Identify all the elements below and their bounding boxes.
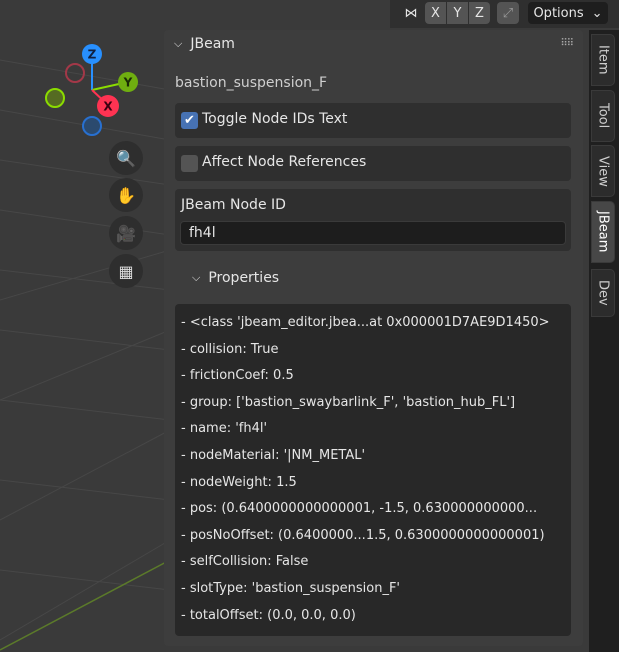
property-line: - name: 'fh4l' [181,421,268,437]
zoom-button[interactable]: 🔍 [109,141,143,175]
node-id-input[interactable]: fh4l [180,221,566,245]
drag-handle-icon[interactable]: ⠿⠿ [560,38,574,49]
property-line: - posNoOffset: (0.6400000...1.5, 0.63000… [181,527,545,543]
property-line: - group: ['bastion_swaybarlink_F', 'bast… [181,394,516,410]
node-id-box: JBeam Node ID fh4l [175,189,571,251]
property-line: - totalOffset: (0.0, 0.0, 0.0) [181,607,356,623]
chevron-down-icon: ⌄ [591,5,603,21]
property-line: - nodeWeight: 1.5 [181,474,297,490]
panel-title: JBeam [190,36,235,52]
node-id-label: JBeam Node ID [181,197,286,213]
options-label: Options [533,5,584,21]
hand-icon: ✋ [116,185,136,205]
tab-tool[interactable]: Tool [591,90,615,142]
property-line: - pos: (0.6400000000000001, -1.5, 0.6300… [181,501,538,517]
gizmo-x-label: X [103,100,113,114]
axis-y-toggle[interactable]: Y [447,2,468,24]
gizmo-z-label: Z [88,48,97,62]
property-line: - collision: True [181,341,279,357]
checkmark-icon: ✔ [184,113,195,128]
camera-icon: 🎥 [116,223,136,243]
properties-label: Properties [208,270,280,286]
sidebar-tabs: Item Tool View JBeam Dev [589,30,619,652]
affect-node-refs-label: Affect Node References [202,154,367,170]
property-line: - <class 'jbeam_editor.jbea...at 0x00000… [181,315,550,330]
affect-node-refs-row[interactable]: Affect Node References [175,146,571,181]
chevron-down-icon: ⌵ [174,37,183,50]
properties-subpanel-header[interactable]: ⌵ Properties [164,263,583,293]
chevron-down-icon: ⌵ [192,271,201,284]
options-dropdown[interactable]: Options ⌄ [528,2,608,24]
part-name: bastion_suspension_F [175,75,328,91]
affect-node-refs-checkbox[interactable] [181,155,198,172]
panel-header[interactable]: ⌵ JBeam [174,36,235,52]
ortho-toggle-button[interactable]: ▦ [109,254,143,288]
toggle-node-ids-label: Toggle Node IDs Text [202,111,348,127]
properties-list: - <class 'jbeam_editor.jbea...at 0x00000… [175,304,571,636]
pan-button[interactable]: ✋ [109,178,143,212]
navigation-gizmo[interactable]: Z Y X [0,30,170,170]
gizmo-y-label: Y [123,76,133,90]
property-line: - slotType: 'bastion_suspension_F' [181,580,401,596]
tab-item[interactable]: Item [591,34,615,86]
axis-x-toggle[interactable]: X [425,2,446,24]
camera-button[interactable]: 🎥 [109,216,143,250]
property-line: - frictionCoef: 0.5 [181,368,294,384]
property-line: - nodeMaterial: '|NM_METAL' [181,447,366,463]
zoom-icon: 🔍 [116,148,136,168]
axis-z-toggle[interactable]: Z [469,2,490,24]
snap-icon[interactable]: ⤢ [497,2,519,24]
toggle-node-ids-row[interactable]: ✔ Toggle Node IDs Text [175,103,571,138]
grid-icon: ▦ [118,261,134,281]
tab-jbeam[interactable]: JBeam [591,201,615,263]
tab-view[interactable]: View [591,145,615,197]
toggle-node-ids-checkbox[interactable]: ✔ [181,112,198,129]
mirror-icon[interactable]: ⋈ [400,2,422,24]
property-line: - selfCollision: False [181,554,309,570]
jbeam-panel: ⌵ JBeam ⠿⠿ bastion_suspension_F ✔ Toggle … [164,30,583,646]
tab-dev[interactable]: Dev [591,269,615,317]
